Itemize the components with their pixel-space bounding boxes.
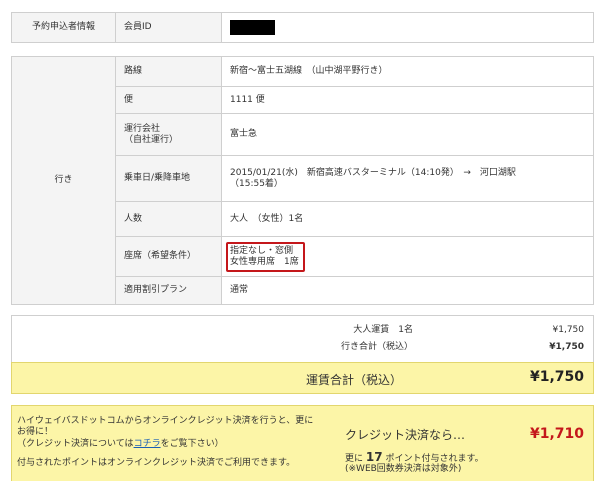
- credit-heading: クレジット決済なら…: [345, 428, 466, 442]
- credit-note: (※WEB回数券決済は対象外): [345, 464, 462, 474]
- credit-payment-promo: ハイウェイバスドットコムからオンラインクレジット決済を行うと、更に お得に！ （…: [11, 405, 594, 481]
- promo-line-2: お得に！: [17, 427, 54, 437]
- points-prefix: 更に: [345, 454, 364, 464]
- trip-section-label: 行き: [11, 56, 116, 305]
- passengers-label: 人数: [115, 201, 222, 237]
- discount-plan-value: 通常: [221, 276, 594, 305]
- promo-line-4: 付与されたポイントはオンラインクレジット決済でご利用できます。: [17, 458, 296, 468]
- operator-value: 富士急: [221, 113, 594, 156]
- credit-info-link[interactable]: コチラ: [134, 439, 161, 449]
- route-label: 路線: [115, 56, 222, 87]
- fare-total-value: ¥1,750: [529, 369, 584, 385]
- adult-fare-label: 大人運賃 1名: [353, 325, 413, 335]
- subtotal-value: ¥1,750: [549, 342, 584, 352]
- credit-price: ¥1,710: [529, 426, 584, 442]
- discount-plan-label: 適用割引プラン: [115, 276, 222, 305]
- boarding-label: 乗車日/乗降車地: [115, 155, 222, 202]
- member-info-table: 予約申込者情報 会員ID: [11, 12, 594, 43]
- member-id-label: 会員ID: [115, 12, 222, 43]
- points-value: 17: [365, 450, 383, 464]
- boarding-value: 2015/01/21(水) 新宿高速バスターミナル（14:10発） → 河口湖駅…: [221, 155, 594, 202]
- subtotal-label: 行き合計（税込）: [340, 342, 413, 352]
- fare-total-label: 運賃合計（税込）: [305, 373, 402, 387]
- promo-line-3: （クレジット決済についてはコチラをご覧下さい）: [17, 439, 224, 450]
- fare-summary: 大人運賃 1名 ¥1,750 行き合計（税込） ¥1,750 運賃合計（税込） …: [11, 315, 594, 394]
- adult-fare-value: ¥1,750: [552, 325, 585, 335]
- member-section-label: 予約申込者情報: [11, 12, 116, 43]
- seat-label: 座席（希望条件）: [115, 236, 222, 277]
- points-suffix: ポイント付与されます。: [385, 454, 484, 464]
- trip-row-route: 行き 路線 新宿～富士五湖線 （山中湖平野行き）: [11, 56, 594, 305]
- fare-total-bar: 運賃合計（税込） ¥1,750: [11, 362, 594, 394]
- operator-label: 運行会社 （自社運行）: [115, 113, 222, 156]
- adult-fare-row: 大人運賃 1名 ¥1,750: [12, 323, 593, 337]
- seat-cell: 指定なし・窓側 女性専用席 1席: [221, 236, 594, 277]
- subtotal-row: 行き合計（税込） ¥1,750: [12, 340, 593, 354]
- route-value: 新宿～富士五湖線 （山中湖平野行き）: [221, 56, 594, 87]
- trip-details-table: 行き 路線 新宿～富士五湖線 （山中湖平野行き） 便 1111 便 運行会社 （…: [11, 56, 594, 305]
- promo-link-prefix: （クレジット決済については: [17, 439, 134, 449]
- passengers-value: 大人 （女性）1名: [221, 201, 594, 237]
- promo-link-suffix: をご覧下さい）: [160, 439, 224, 449]
- bus-number-label: 便: [115, 86, 222, 114]
- redacted-member-id: [230, 20, 275, 35]
- seat-highlight-box: 指定なし・窓側 女性専用席 1席: [226, 241, 305, 272]
- bus-number-value: 1111 便: [221, 86, 594, 114]
- member-row: 予約申込者情報 会員ID: [11, 12, 594, 43]
- promo-line-1: ハイウェイバスドットコムからオンラインクレジット決済を行うと、更に: [17, 416, 314, 426]
- member-id-value: [221, 12, 594, 43]
